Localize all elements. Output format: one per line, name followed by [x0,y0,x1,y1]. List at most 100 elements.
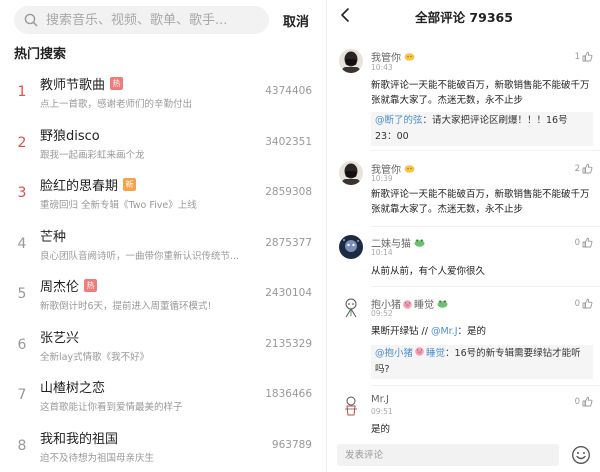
comment-text-prefix: 果断开绿钻 // [371,326,428,337]
item-title-row: 山楂树之恋 [40,377,105,396]
search-icon [24,13,38,27]
like-button[interactable]: 1 [575,51,593,62]
comment-input[interactable] [337,444,559,466]
avatar[interactable] [339,235,363,259]
like-button[interactable]: 0 [575,298,593,309]
comment-text-content: 从前从前，有个人爱你很久 [371,266,486,277]
commenter-name-row: Mr.J [371,394,389,405]
search-count: 2875377 [265,236,312,249]
item-title: 山楂树之恋 [40,381,106,396]
back-arrow-icon[interactable] [337,6,355,24]
avatar-image [339,296,363,320]
like-icon [582,298,593,309]
frog-emoji-icon [414,239,425,247]
comments-header: 全部评论 79365 [327,0,600,30]
comment-item[interactable]: 我管你 10:39 2 新歌评论一天能不能破百万，新歌销售能不能破千万张就靠大家了。杰… [327,160,600,232]
avatar[interactable] [339,394,363,418]
item-title-row: 我和我的祖国 [40,428,118,447]
like-icon [582,163,593,174]
crown-emoji-icon [404,53,415,61]
comment-text: 新歌评论一天能不能破百万，新歌销售能不能破千万张就靠大家了。杰迷无数，永不止步 [371,187,593,217]
hot-search-item[interactable]: 8 我和我的祖国迫不及待想为祖国母亲庆生 963789 [0,422,326,472]
avatar-image [339,394,363,418]
comment-text: 果断开绿钻 // @Mr.J：是的 [371,324,593,339]
avatar[interactable] [339,49,363,73]
page-title: 全部评论 79365 [415,10,513,25]
item-title-row: 教师节歌曲热 [40,74,124,93]
hot-search-item[interactable]: 5 周杰伦热新歌倒计时6天，提前进入周董循环模式! 2430104 [0,270,326,321]
comment-item[interactable]: 二妹与猫 10:14 0 从前从前，有个人爱你很久 [327,234,600,292]
comment-item[interactable]: 抱小猪 睡觉 09:52 0 果断开绿钻 // @Mr.J：是的 @抱小猪 睡觉：16号的新… [327,294,600,390]
hot-badge: 热 [110,77,124,90]
comment-text-content: 新歌评论一天能不能破百万，新歌销售能不能破千万张就靠大家了。杰迷无数，永不止步 [371,80,590,106]
item-description: 新歌倒计时6天，提前进入周董循环模式! [40,301,212,312]
pig-emoji-icon [415,347,424,356]
quoted-reply[interactable]: @抱小猪 睡觉：16号的新专辑需要绿钻才能听吗? [371,345,593,379]
comment-time: 10:43 [371,63,393,72]
quoted-reply[interactable]: @断了的弦：请大家把评论区刷爆！！！16号23：00 [371,112,593,146]
commenter-name[interactable]: 我管你 [371,49,401,64]
pig-emoji-icon [403,299,412,309]
cancel-button[interactable]: 取消 [283,11,309,30]
comment-item[interactable]: 我管你 10:43 1 新歌评论一天能不能破百万，新歌销售能不能破千万张就靠大家了。杰… [327,44,600,154]
comment-text-content: 新歌评论一天能不能破百万，新歌销售能不能破千万张就靠大家了。杰迷无数，永不止步 [371,189,590,215]
item-title-row: 周杰伦热 [40,276,98,295]
item-title: 张艺兴 [40,330,80,346]
like-count: 0 [574,237,580,248]
item-description: 迫不及待想为祖国母亲庆生 [40,452,155,464]
mention-link[interactable]: @Mr.J [431,326,458,337]
new-badge: 新 [123,178,137,191]
commenter-name-row: 我管你 [371,49,415,64]
hot-search-item[interactable]: 2 野狼disco 跟我一起画彩虹来画个龙 3402351 [0,119,326,170]
avatar[interactable] [339,161,363,185]
item-description: 跟我一起画彩虹来画个龙 [40,149,145,161]
item-title-row: 脸红的思春期新 [40,175,137,194]
reply-mention-link[interactable]: @抱小猪 睡觉 [375,347,445,359]
rank-number: 2 [17,134,27,151]
avatar[interactable] [339,296,363,320]
like-count: 0 [574,396,580,407]
comment-text: 从前从前，有个人爱你很久 [371,264,593,279]
search-bar[interactable] [14,6,269,34]
hot-search-item[interactable]: 3 脸红的思春期新重磅回归 全新专辑《Two Five》上线 2859308 [0,169,326,220]
search-count: 963789 [271,438,312,451]
reply-mention-link[interactable]: @断了的弦 [375,115,423,126]
rank-number: 7 [17,387,27,403]
hot-search-item[interactable]: 6 张艺兴 全新lay式情歌《我不好》 2135329 [0,321,326,372]
comment-text: 是的 [371,422,593,437]
hot-search-item[interactable]: 1 教师节歌曲热点上一首歌，感谢老师们的辛勤付出 4374406 [0,68,326,119]
search-count: 2430104 [265,287,312,299]
rank-number: 4 [17,235,27,252]
item-title: 教师节歌曲 [40,78,106,93]
hot-badge: 热 [84,279,98,292]
item-description: 良心团队音阙诗听，一曲带你重新认识传统节... [40,250,240,262]
comment-text-content: 是的 [371,424,391,435]
comment-text: 新歌评论一天能不能破百万，新歌销售能不能破千万张就靠大家了。杰迷无数，永不止步 [371,78,593,108]
comment-divider [371,385,600,386]
hot-search-item[interactable]: 4 芒种良心团队音阙诗听，一曲带你重新认识传统节... 2875377 [0,220,326,271]
commenter-name-suffix[interactable]: 睡觉 [414,296,434,311]
item-title-row: 张艺兴 [40,327,79,346]
comment-time: 10:39 [371,174,393,183]
like-button[interactable]: 0 [575,237,593,248]
rank-number: 8 [17,437,27,454]
item-title: 周杰伦 [40,280,80,295]
search-input[interactable] [46,12,246,28]
comment-text-suffix: ：是的 [457,326,487,337]
like-button[interactable]: 0 [575,396,593,407]
comments-panel: 全部评论 79365 我管你 10:43 1 新歌评论一天能不能破百万，新歌销售能不能… [326,0,600,472]
like-count: 2 [574,163,580,174]
hot-search-list: 1 教师节歌曲热点上一首歌，感谢老师们的辛勤付出 4374406 2 野狼disco 跟我… [0,68,326,472]
comment-item[interactable]: Mr.J 09:51 0 是的 [327,392,600,442]
commenter-name[interactable]: Mr.J [371,394,389,405]
search-count: 1836466 [265,388,312,400]
like-icon [582,396,593,407]
like-button[interactable]: 2 [575,163,593,174]
item-description: 重磅回归 全新专辑《Two Five》上线 [40,200,197,211]
emoji-icon[interactable] [571,445,591,465]
hot-search-item[interactable]: 7 山楂树之恋 这首歌能让你看到爱情最美的样子 1836466 [0,371,326,422]
comment-time: 09:52 [371,309,393,318]
item-title: 芒种 [40,229,67,245]
item-title: 脸红的思春期 [40,179,119,194]
avatar-image [339,161,363,185]
